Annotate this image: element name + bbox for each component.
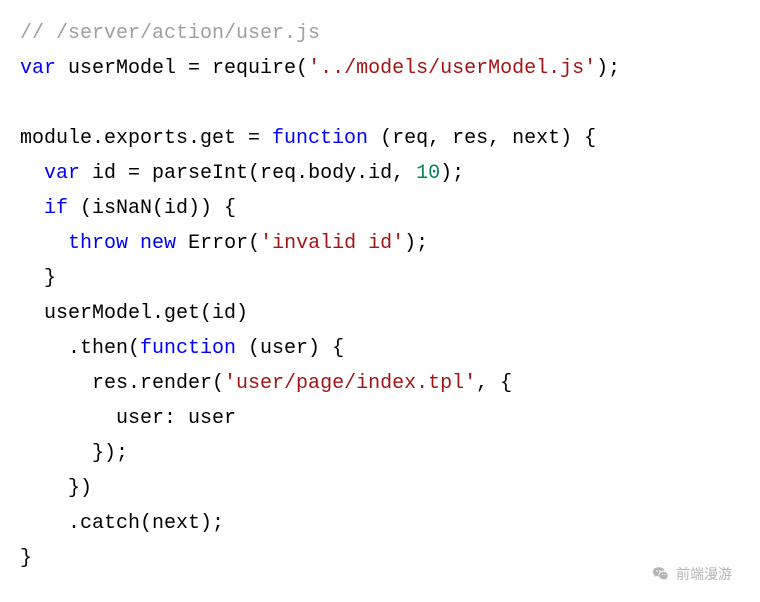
watermark-text: 前端漫游 xyxy=(676,562,732,587)
code-block: // /server/action/user.js var userModel … xyxy=(20,16,740,576)
code-text xyxy=(20,197,44,220)
code-keyword: var xyxy=(44,162,80,185)
code-text xyxy=(20,232,68,255)
code-keyword: if xyxy=(44,197,68,220)
code-text: , { xyxy=(476,372,512,395)
code-text: ); xyxy=(404,232,428,255)
code-comment: // /server/action/user.js xyxy=(20,22,320,45)
code-text: module.exports.get = xyxy=(20,127,272,150)
code-text: }) xyxy=(20,477,92,500)
code-text: id = parseInt(req.body.id, xyxy=(80,162,416,185)
code-text: userModel = require( xyxy=(56,57,308,80)
code-text: .catch(next); xyxy=(20,512,224,535)
code-text: ); xyxy=(596,57,620,80)
code-text: } xyxy=(20,267,56,290)
code-text: (isNaN(id)) { xyxy=(68,197,236,220)
code-number: 10 xyxy=(416,162,440,185)
code-text: (req, res, next) { xyxy=(368,127,596,150)
code-keyword: function xyxy=(140,337,236,360)
code-text: }); xyxy=(20,442,128,465)
code-text xyxy=(128,232,140,255)
code-string: 'user/page/index.tpl' xyxy=(224,372,476,395)
code-string: 'invalid id' xyxy=(260,232,404,255)
code-keyword: var xyxy=(20,57,56,80)
code-string: '../models/userModel.js' xyxy=(308,57,596,80)
code-text: Error( xyxy=(176,232,260,255)
code-keyword: throw xyxy=(68,232,128,255)
code-text: res.render( xyxy=(20,372,224,395)
code-text: (user) { xyxy=(236,337,344,360)
code-text xyxy=(20,162,44,185)
watermark: 前端漫游 xyxy=(652,562,732,587)
code-text: } xyxy=(20,547,32,570)
code-text: ); xyxy=(440,162,464,185)
code-keyword: function xyxy=(272,127,368,150)
wechat-icon xyxy=(652,565,670,583)
code-text: userModel.get(id) xyxy=(20,302,248,325)
code-text: user: user xyxy=(20,407,236,430)
code-text: .then( xyxy=(20,337,140,360)
code-keyword: new xyxy=(140,232,176,255)
